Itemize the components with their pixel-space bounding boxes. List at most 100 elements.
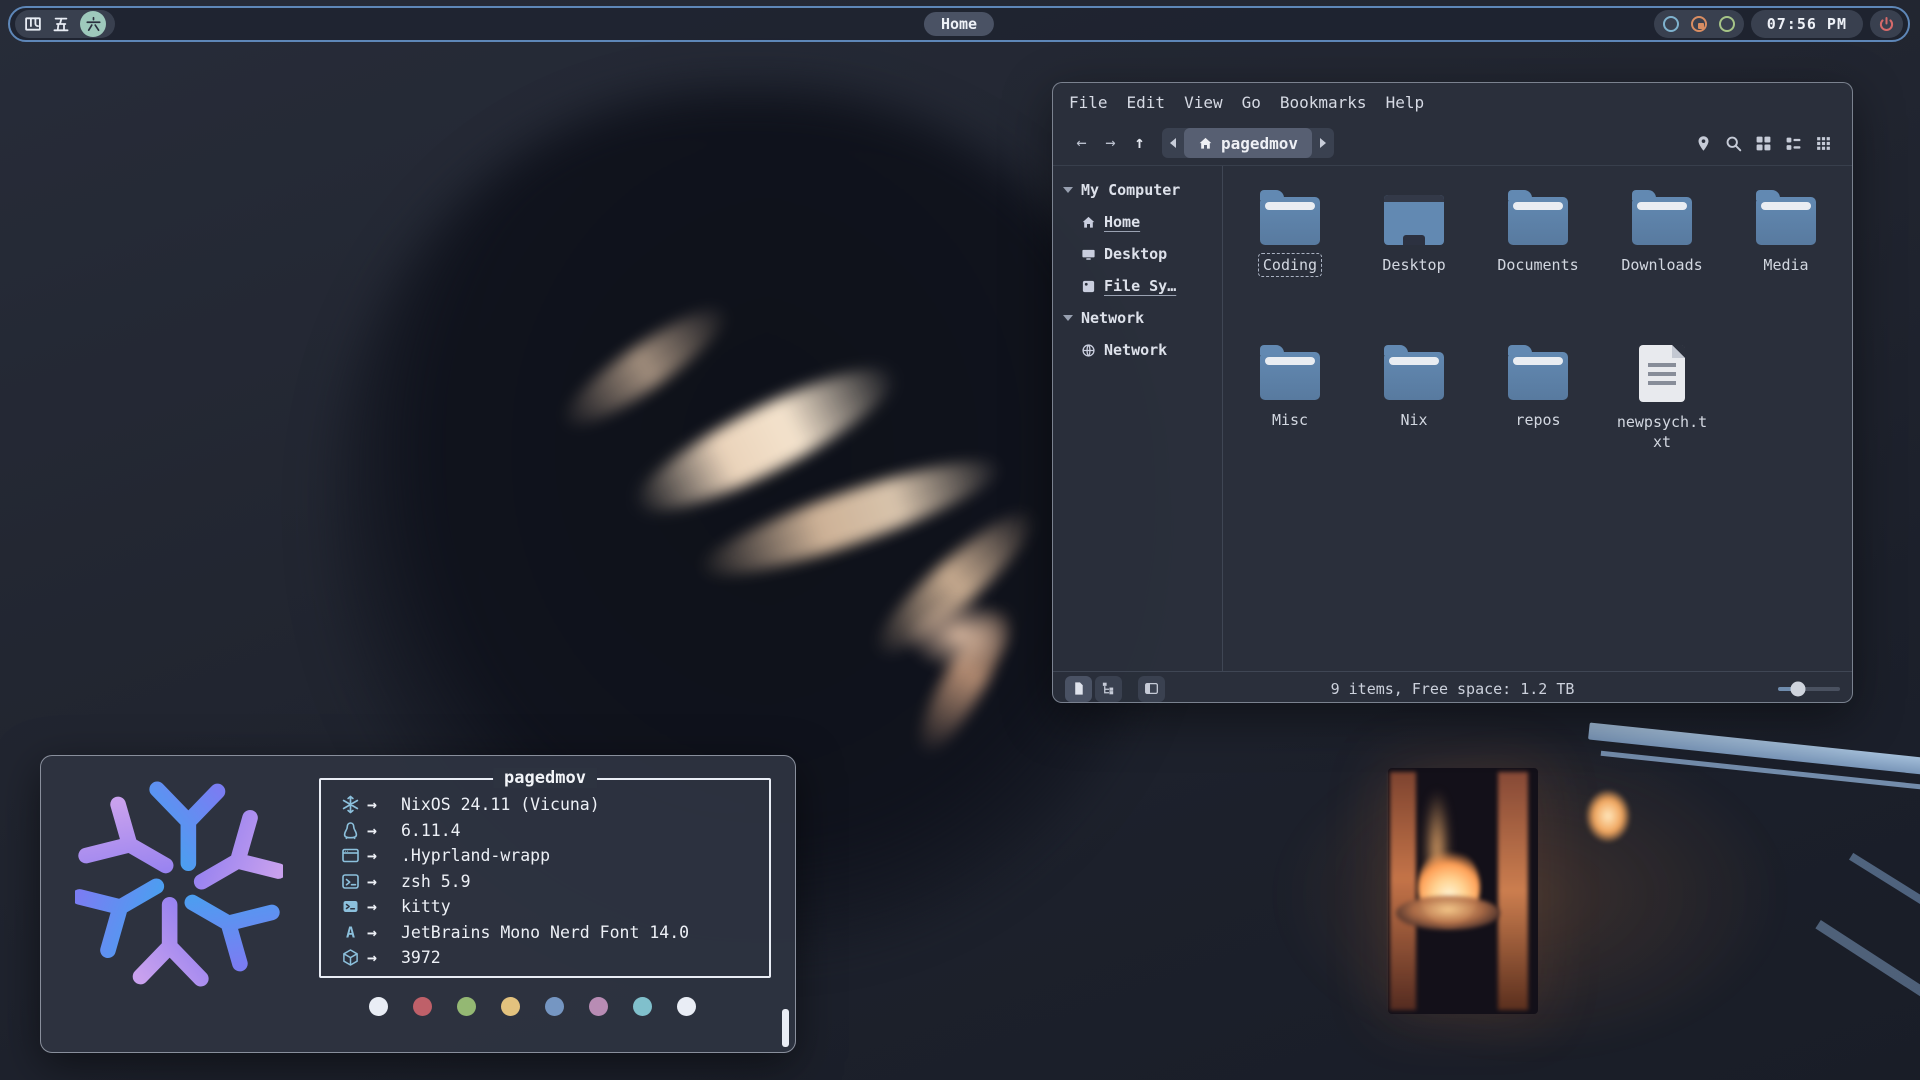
arrow-glyph: → (367, 923, 401, 942)
wallpaper-candle-flame (1418, 848, 1480, 926)
slider-thumb[interactable] (1790, 681, 1805, 696)
font-letter-icon: A (341, 923, 367, 942)
tab-scroll-left-icon[interactable] (1162, 138, 1184, 148)
tree-pane-button[interactable] (1095, 676, 1122, 702)
up-button[interactable]: ↑ (1125, 133, 1154, 153)
palette-dot (589, 997, 608, 1016)
sidebar-item-desktop[interactable]: Desktop (1053, 238, 1222, 270)
palette-dot (633, 997, 652, 1016)
fetch-hostname: pagedmov (493, 768, 597, 788)
status-bar: 9 items, Free space: 1.2 TB (1053, 671, 1852, 703)
fetch-row-terminal: → kitty (341, 894, 769, 920)
wallpaper-blue-beam (1588, 722, 1920, 774)
kanji-five-glyph (52, 15, 70, 33)
folder-icon (1260, 197, 1320, 245)
fetch-row-font: A → JetBrains Mono Nerd Font 14.0 (341, 920, 769, 946)
fetch-value-kernel: 6.11.4 (401, 821, 461, 840)
indicator-orange-icon[interactable] (1691, 16, 1707, 32)
menu-edit[interactable]: Edit (1127, 93, 1166, 112)
file-label: Misc (1267, 408, 1313, 432)
menu-file[interactable]: File (1069, 93, 1108, 112)
filesystem-icon (1081, 279, 1096, 294)
sidebar-section-network[interactable]: Network (1053, 302, 1222, 334)
text-file-icon (1639, 345, 1685, 402)
menu-help[interactable]: Help (1386, 93, 1425, 112)
file-label: Documents (1492, 253, 1583, 277)
wallpaper-blue-beam (1849, 853, 1920, 923)
file-label: Desktop (1377, 253, 1450, 277)
kanji-six-glyph (85, 16, 102, 33)
expander-icon[interactable] (1063, 315, 1073, 321)
slider-track (1778, 687, 1840, 691)
sidebar-item-network[interactable]: Network (1053, 334, 1222, 366)
fetch-info-box: pagedmov → NixOS 24.11 (Vicuna) (319, 778, 771, 978)
location-button[interactable] (1688, 135, 1718, 152)
menu-go[interactable]: Go (1242, 93, 1261, 112)
file-item-misc[interactable]: Misc (1228, 345, 1352, 500)
kanji-four-glyph (24, 15, 42, 33)
terminal-scrollbar-thumb[interactable] (782, 1009, 789, 1047)
wallpaper-hair-streak (690, 441, 1009, 594)
compact-view-button[interactable] (1808, 135, 1838, 152)
file-item-nix[interactable]: Nix (1352, 345, 1476, 500)
path-tab[interactable]: pagedmov (1184, 128, 1312, 158)
fetch-row-kernel: → 6.11.4 (341, 818, 769, 844)
places-sidebar: My Computer Home Desktop File Sy… Networ… (1053, 166, 1223, 671)
folder-icon (1508, 197, 1568, 245)
arrow-glyph: → (367, 821, 401, 840)
file-item-media[interactable]: Media (1724, 190, 1848, 345)
workspace-switcher (15, 10, 115, 38)
nixos-logo (75, 780, 283, 988)
file-label: newpsych.txt (1609, 410, 1715, 455)
expander-icon[interactable] (1063, 187, 1073, 193)
palette-dot (677, 997, 696, 1016)
sidebar-item-label: Network (1104, 341, 1167, 359)
file-item-repos[interactable]: repos (1476, 345, 1600, 500)
wallpaper-candle-cup (1396, 896, 1500, 930)
fetch-value-wm: .Hyprland-wrapp (401, 846, 550, 865)
file-label: Coding (1258, 253, 1322, 277)
list-view-button[interactable] (1778, 135, 1808, 152)
sidebar-item-label: Desktop (1104, 245, 1167, 263)
icon-size-slider[interactable] (1778, 682, 1840, 696)
menu-bar: File Edit View Go Bookmarks Help (1053, 83, 1852, 121)
workspace-4[interactable] (24, 15, 42, 33)
shell-terminal-icon (341, 872, 367, 891)
path-tab-strip: pagedmov (1162, 128, 1334, 158)
file-item-coding[interactable]: Coding (1228, 190, 1352, 345)
menu-bookmarks[interactable]: Bookmarks (1280, 93, 1367, 112)
network-globe-icon (1081, 343, 1096, 358)
palette-dot (369, 997, 388, 1016)
tab-scroll-right-icon[interactable] (1312, 138, 1334, 148)
nix-snowflake-icon (341, 795, 367, 814)
sidebar-item-file-system[interactable]: File Sy… (1053, 270, 1222, 302)
places-pane-button[interactable] (1065, 676, 1092, 702)
file-item-documents[interactable]: Documents (1476, 190, 1600, 345)
fetch-rows: → NixOS 24.11 (Vicuna) → 6.11.4 (321, 780, 769, 971)
sidebar-item-home[interactable]: Home (1053, 206, 1222, 238)
workspace-6-active[interactable] (80, 11, 106, 37)
indicator-green-icon[interactable] (1719, 16, 1735, 32)
menu-view[interactable]: View (1184, 93, 1223, 112)
location-pin-icon (1695, 135, 1712, 152)
file-item-newpsych-txt[interactable]: newpsych.txt (1600, 345, 1724, 500)
folder-icon (1260, 352, 1320, 400)
toggle-sidebar-button[interactable] (1138, 676, 1165, 702)
back-button[interactable]: ← (1067, 133, 1096, 153)
file-label: Media (1758, 253, 1813, 277)
power-button[interactable] (1870, 10, 1903, 38)
forward-button[interactable]: → (1096, 133, 1125, 153)
workspace-5[interactable] (52, 15, 70, 33)
sidebar-item-label: File Sy… (1104, 277, 1176, 295)
wallpaper-blue-beam (1815, 920, 1920, 1010)
arrow-glyph: → (367, 872, 401, 891)
search-button[interactable] (1718, 135, 1748, 152)
grid-view-button[interactable] (1748, 135, 1778, 152)
indicator-blue-icon[interactable] (1663, 16, 1679, 32)
file-item-downloads[interactable]: Downloads (1600, 190, 1724, 345)
file-item-desktop[interactable]: Desktop (1352, 190, 1476, 345)
wallpaper-candle-glow (1424, 790, 1450, 910)
terminal-kitty-icon (341, 897, 367, 916)
sidebar-section-my-computer[interactable]: My Computer (1053, 174, 1222, 206)
sidebar-item-label: Home (1104, 213, 1140, 231)
